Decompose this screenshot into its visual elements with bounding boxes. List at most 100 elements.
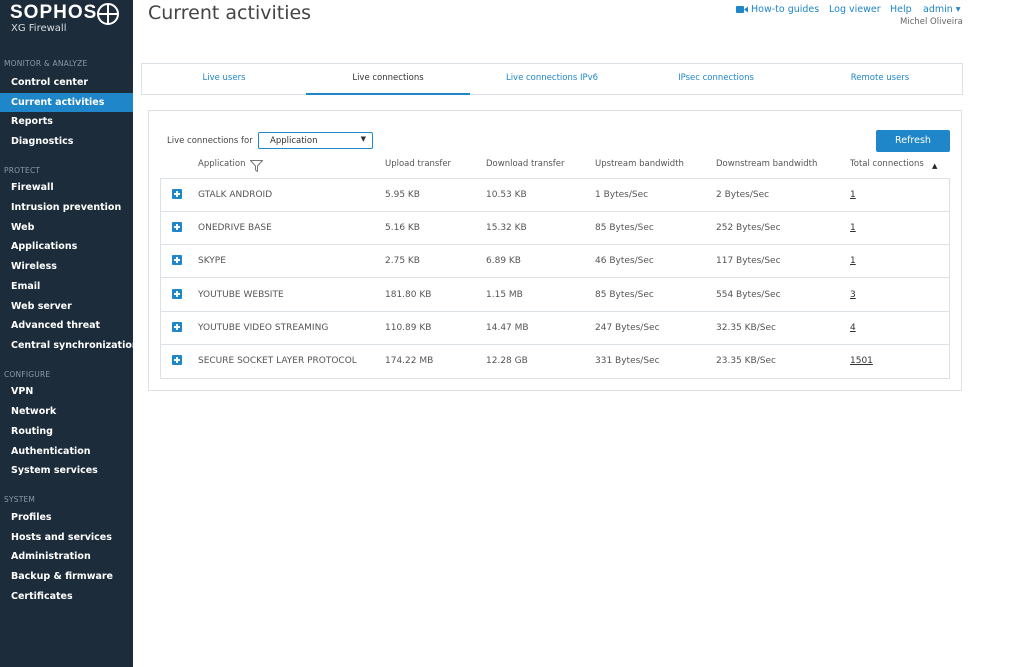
cell-downstream: 554 Bytes/Sec <box>716 290 781 300</box>
sidebar-item-diagnostics[interactable]: Diagnostics <box>0 132 133 151</box>
cell-upload: 181.80 KB <box>385 290 432 300</box>
cell-upstream: 1 Bytes/Sec <box>595 190 649 200</box>
video-camera-icon[interactable] <box>736 5 748 14</box>
column-header-upstream[interactable]: Upstream bandwidth <box>595 159 684 169</box>
sidebar-item-wireless[interactable]: Wireless <box>0 257 133 276</box>
sidebar-item-routing[interactable]: Routing <box>0 422 133 441</box>
user-name: Michel Oliveira <box>900 17 963 27</box>
sidebar-item-central-synchronization[interactable]: Central synchronization <box>0 336 139 355</box>
cell-total-connections-link[interactable]: 4 <box>850 312 856 345</box>
sidebar-item-web-server[interactable]: Web server <box>0 297 133 316</box>
expand-row-icon[interactable] <box>172 255 182 265</box>
cell-application: YOUTUBE WEBSITE <box>198 290 284 300</box>
sidebar-item-administration[interactable]: Administration <box>0 547 133 566</box>
sidebar-item-reports[interactable]: Reports <box>0 112 133 131</box>
connections-table: GTALK ANDROID 5.95 KB 10.53 KB 1 Bytes/S… <box>160 178 950 379</box>
sidebar-item-certificates[interactable]: Certificates <box>0 587 133 606</box>
filter-icon[interactable] <box>250 160 263 172</box>
sidebar-item-backup-firmware[interactable]: Backup & firmware <box>0 567 133 586</box>
section-title-monitor: MONITOR & ANALYZE <box>4 59 88 68</box>
cell-upload: 5.95 KB <box>385 190 420 200</box>
table-row: ONEDRIVE BASE 5.16 KB 15.32 KB 85 Bytes/… <box>161 212 949 245</box>
cell-downstream: 252 Bytes/Sec <box>716 223 781 233</box>
brand-product: XG Firewall <box>11 23 67 34</box>
cell-upstream: 85 Bytes/Sec <box>595 223 654 233</box>
cell-upload: 174.22 MB <box>385 356 434 366</box>
sidebar-item-advanced-threat[interactable]: Advanced threat <box>0 316 133 335</box>
table-row: YOUTUBE VIDEO STREAMING 110.89 KB 14.47 … <box>161 312 949 345</box>
chevron-down-icon: ▼ <box>360 135 366 143</box>
expand-row-icon[interactable] <box>172 289 182 299</box>
sidebar: SOPHOS XG Firewall MONITOR & ANALYZE Con… <box>0 0 139 667</box>
cell-total-connections-link[interactable]: 1501 <box>850 345 873 378</box>
table-row: GTALK ANDROID 5.95 KB 10.53 KB 1 Bytes/S… <box>161 179 949 212</box>
tab-bar: Live users Live connections Live connect… <box>141 63 963 95</box>
cell-downstream: 117 Bytes/Sec <box>716 256 781 266</box>
table-row: SKYPE 2.75 KB 6.89 KB 46 Bytes/Sec 117 B… <box>161 245 949 278</box>
tab-remote-users[interactable]: Remote users <box>798 64 962 95</box>
sidebar-item-intrusion-prevention[interactable]: Intrusion prevention <box>0 198 133 217</box>
expand-row-icon[interactable] <box>172 355 182 365</box>
cell-downstream: 23.35 KB/Sec <box>716 356 776 366</box>
expand-row-icon[interactable] <box>172 189 182 199</box>
log-viewer-link[interactable]: Log viewer <box>829 4 881 15</box>
cell-upstream: 85 Bytes/Sec <box>595 290 654 300</box>
cell-upstream: 46 Bytes/Sec <box>595 256 654 266</box>
sidebar-item-current-activities[interactable]: Current activities <box>0 93 133 112</box>
sidebar-item-applications[interactable]: Applications <box>0 237 133 256</box>
table-row: YOUTUBE WEBSITE 181.80 KB 1.15 MB 85 Byt… <box>161 279 949 312</box>
column-header-total-connections[interactable]: Total connections <box>850 159 924 169</box>
refresh-button[interactable]: Refresh <box>876 130 950 152</box>
sidebar-item-control-center[interactable]: Control center <box>0 73 133 92</box>
sidebar-item-web[interactable]: Web <box>0 218 133 237</box>
section-title-protect: PROTECT <box>4 166 41 175</box>
column-header-application[interactable]: Application <box>198 159 246 169</box>
cell-total-connections-link[interactable]: 1 <box>850 179 856 212</box>
sidebar-item-firewall[interactable]: Firewall <box>0 178 133 197</box>
help-link[interactable]: Help <box>890 4 912 15</box>
live-connections-for-label: Live connections for <box>167 136 253 146</box>
sidebar-item-vpn[interactable]: VPN <box>0 382 133 401</box>
cell-upstream: 331 Bytes/Sec <box>595 356 660 366</box>
cell-total-connections-link[interactable]: 1 <box>850 245 856 278</box>
sidebar-item-profiles[interactable]: Profiles <box>0 508 133 527</box>
tab-ipsec-connections[interactable]: IPsec connections <box>634 64 798 95</box>
cell-upload: 2.75 KB <box>385 256 420 266</box>
sidebar-item-network[interactable]: Network <box>0 402 133 421</box>
tab-live-connections-ipv6[interactable]: Live connections IPv6 <box>470 64 634 95</box>
brand-name: SOPHOS <box>10 2 98 23</box>
sidebar-item-email[interactable]: Email <box>0 277 133 296</box>
cell-upload: 5.16 KB <box>385 223 420 233</box>
cell-application: SECURE SOCKET LAYER PROTOCOL <box>198 356 357 366</box>
sophos-logo-icon <box>97 3 119 25</box>
admin-menu[interactable]: admin ▾ <box>923 4 961 15</box>
cell-download: 14.47 MB <box>486 323 529 333</box>
cell-application: ONEDRIVE BASE <box>198 223 272 233</box>
sidebar-item-hosts-and-services[interactable]: Hosts and services <box>0 528 133 547</box>
cell-download: 10.53 KB <box>486 190 527 200</box>
cell-total-connections-link[interactable]: 3 <box>850 279 856 312</box>
sidebar-item-system-services[interactable]: System services <box>0 461 133 480</box>
expand-row-icon[interactable] <box>172 322 182 332</box>
cell-application: GTALK ANDROID <box>198 190 273 200</box>
cell-download: 12.28 GB <box>486 356 528 366</box>
expand-row-icon[interactable] <box>172 222 182 232</box>
tab-live-users[interactable]: Live users <box>142 64 306 95</box>
cell-upload: 110.89 KB <box>385 323 432 333</box>
table-row: SECURE SOCKET LAYER PROTOCOL 174.22 MB 1… <box>161 345 949 378</box>
cell-total-connections-link[interactable]: 1 <box>850 212 856 245</box>
column-header-upload[interactable]: Upload transfer <box>385 159 451 169</box>
cell-download: 1.15 MB <box>486 290 523 300</box>
tab-live-connections[interactable]: Live connections <box>306 64 470 95</box>
cell-upstream: 247 Bytes/Sec <box>595 323 660 333</box>
howto-guides-link[interactable]: How-to guides <box>751 4 819 15</box>
column-header-download[interactable]: Download transfer <box>486 159 565 169</box>
live-connections-for-select[interactable]: Application ▼ <box>258 132 373 149</box>
cell-download: 15.32 KB <box>486 223 527 233</box>
sort-up-icon[interactable]: ▲ <box>932 162 937 170</box>
column-header-downstream[interactable]: Downstream bandwidth <box>716 159 817 169</box>
sidebar-item-authentication[interactable]: Authentication <box>0 442 133 461</box>
select-value: Application <box>270 136 318 146</box>
cell-application: YOUTUBE VIDEO STREAMING <box>198 323 329 333</box>
cell-application: SKYPE <box>198 256 226 266</box>
